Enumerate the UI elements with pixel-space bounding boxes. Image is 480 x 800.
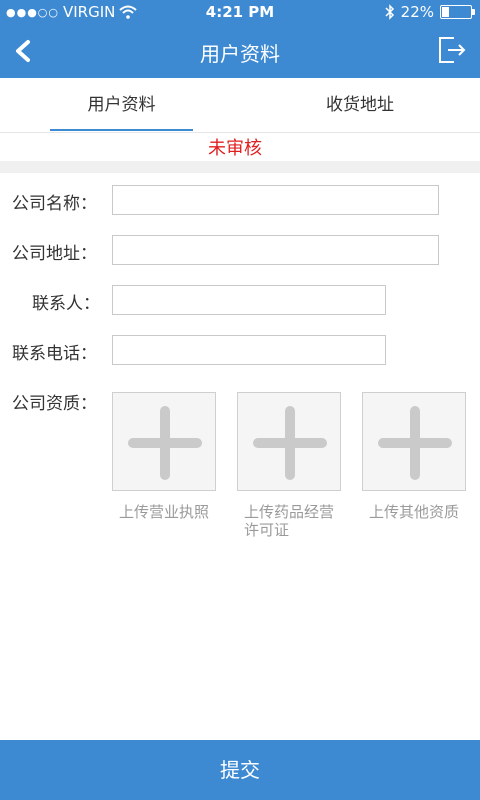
battery-percent: 22% [400, 3, 434, 21]
contact-input[interactable] [112, 285, 386, 315]
page-title: 用户资料 [200, 42, 280, 66]
status-right: 22% [385, 3, 475, 21]
section-divider [0, 161, 480, 173]
company-address-label: 公司地址： [12, 244, 97, 264]
battery-fill [442, 7, 449, 17]
company-name-input[interactable] [112, 185, 439, 215]
submit-button[interactable]: 提交 [0, 740, 480, 800]
caption-line: 上传营业执照 [119, 503, 210, 521]
tab-bar: 用户资料 收货地址 [0, 78, 480, 133]
active-tab-indicator [50, 129, 193, 131]
plus-icon [378, 406, 452, 480]
status-bar: ●●●○○ VIRGIN 4:21 PM 22% [0, 0, 480, 24]
phone-input[interactable] [112, 335, 386, 365]
battery-icon [440, 5, 475, 19]
upload-business-license-button[interactable] [112, 392, 216, 491]
caption-line: 上传其他资质 [369, 503, 460, 521]
company-name-label: 公司名称： [12, 194, 97, 214]
top-bar: ●●●○○ VIRGIN 4:21 PM 22% 用户资料 [0, 0, 480, 78]
nav-bar: 用户资料 [0, 24, 480, 78]
company-address-input[interactable] [112, 235, 439, 265]
caption-line: 上传药品经营 [244, 503, 335, 521]
logout-button[interactable] [436, 34, 468, 66]
upload-caption-other-qualification: 上传其他资质 [369, 503, 459, 521]
plus-icon [253, 406, 327, 480]
contact-label: 联系人： [32, 294, 100, 314]
plus-icon [128, 406, 202, 480]
upload-drug-license-button[interactable] [237, 392, 341, 491]
caption-line: 许可证 [244, 521, 290, 539]
tab-shipping-address[interactable]: 收货地址 [290, 78, 430, 132]
qualification-label: 公司资质： [12, 394, 97, 414]
logout-icon [439, 37, 466, 63]
tab-user-profile[interactable]: 用户资料 [50, 78, 193, 132]
upload-other-qualification-button[interactable] [362, 392, 466, 491]
phone-label: 联系电话： [12, 344, 97, 364]
bluetooth-icon [385, 4, 394, 20]
review-status: 未审核 [208, 138, 262, 159]
upload-caption-business-license: 上传营业执照 [119, 503, 209, 521]
upload-caption-drug-license: 上传药品经营 许可证 [244, 503, 334, 539]
